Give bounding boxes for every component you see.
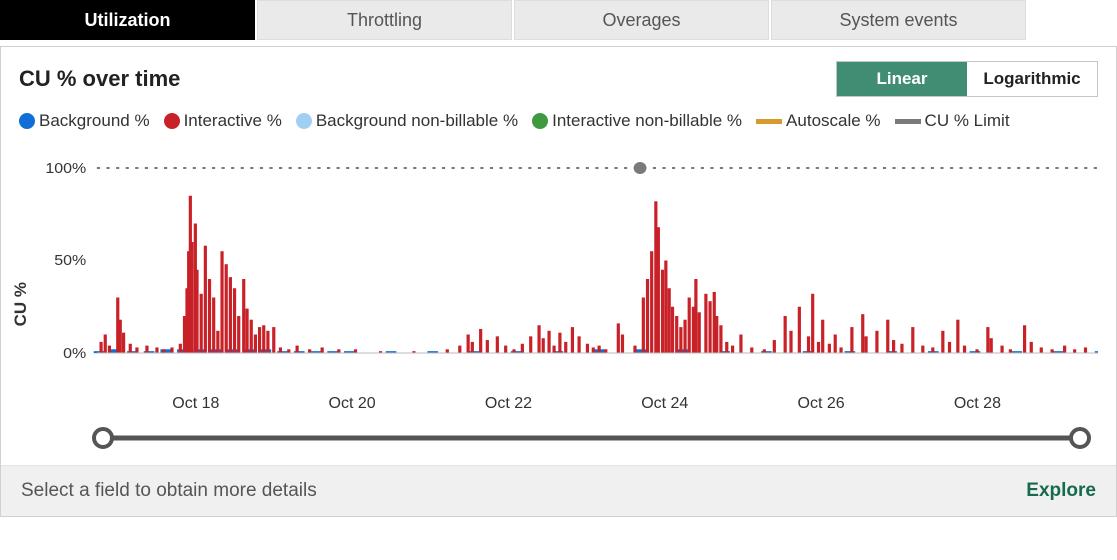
chart-title: CU % over time [19, 66, 180, 92]
x-axis-labels: Oct 18 Oct 20 Oct 22 Oct 24 Oct 26 Oct 2… [103, 395, 1080, 419]
slider-track [103, 436, 1080, 441]
legend-item-bg-nonbill[interactable]: Background non-billable % [296, 111, 518, 131]
y-axis-label: CU % [9, 282, 33, 326]
scale-linear-button[interactable]: Linear [837, 62, 967, 96]
time-range-slider[interactable] [103, 421, 1080, 455]
interactive-series [99, 196, 1087, 353]
scale-log-button[interactable]: Logarithmic [967, 62, 1097, 96]
xtick: Oct 18 [172, 395, 219, 413]
dot-icon [164, 113, 180, 129]
legend-item-cu-limit[interactable]: CU % Limit [895, 111, 1010, 131]
tab-overages[interactable]: Overages [514, 0, 769, 40]
tab-utilization[interactable]: Utilization [0, 0, 255, 40]
scale-toggle: Linear Logarithmic [836, 61, 1098, 97]
legend-item-background[interactable]: Background % [19, 111, 150, 131]
legend: Background % Interactive % Background no… [1, 97, 1116, 139]
xtick: Oct 28 [954, 395, 1001, 413]
explore-button[interactable]: Explore [1026, 480, 1096, 502]
dot-icon [296, 113, 312, 129]
ytick-0: 0% [63, 345, 86, 361]
xtick: Oct 24 [641, 395, 688, 413]
chart-plot[interactable]: 0% 50% 100% [33, 143, 1098, 393]
slider-handle-end[interactable] [1069, 427, 1091, 449]
ytick-50: 50% [54, 252, 86, 268]
chart-panel: CU % over time Linear Logarithmic Backgr… [0, 46, 1117, 517]
line-icon [756, 119, 782, 124]
legend-item-autoscale[interactable]: Autoscale % [756, 111, 881, 131]
legend-item-interactive[interactable]: Interactive % [164, 111, 282, 131]
legend-item-int-nonbill[interactable]: Interactive non-billable % [532, 111, 742, 131]
xtick: Oct 22 [485, 395, 532, 413]
limit-marker-icon [634, 162, 647, 174]
footer-hint-text: Select a field to obtain more details [21, 480, 317, 502]
tab-throttling[interactable]: Throttling [257, 0, 512, 40]
tabs-bar: Utilization Throttling Overages System e… [0, 0, 1117, 40]
ytick-100: 100% [45, 160, 86, 176]
line-icon [895, 119, 921, 124]
slider-handle-start[interactable] [92, 427, 114, 449]
dot-icon [19, 113, 35, 129]
tab-system-events[interactable]: System events [771, 0, 1026, 40]
xtick: Oct 20 [329, 395, 376, 413]
panel-footer: Select a field to obtain more details Ex… [1, 465, 1116, 516]
xtick: Oct 26 [798, 395, 845, 413]
dot-icon [532, 113, 548, 129]
